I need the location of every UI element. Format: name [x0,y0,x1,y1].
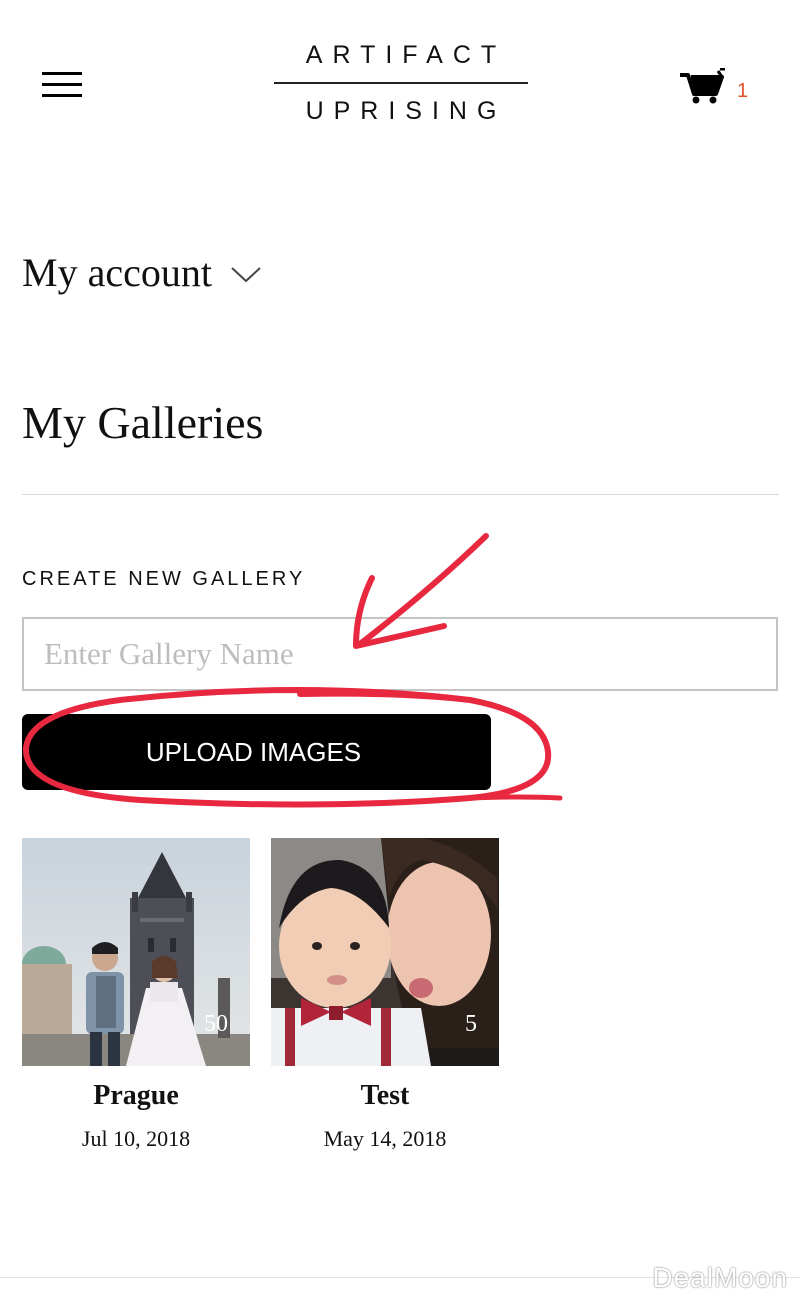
gallery-thumbnail[interactable]: 5 [271,838,499,1066]
page-title: My Galleries [22,397,264,448]
create-gallery-label: CREATE NEW GALLERY [22,568,306,590]
gallery-image-count: 50 [204,1011,228,1037]
gallery-name-input[interactable] [22,617,778,691]
chevron-down-icon [231,267,261,283]
site-logo[interactable]: ARTIFACT UPRISING [274,40,528,126]
logo-rule [274,82,528,84]
upload-images-button[interactable]: UPLOAD IMAGES [22,714,491,790]
gallery-name[interactable]: Prague [22,1080,250,1112]
section-divider [22,494,779,495]
menu-icon[interactable] [42,72,82,98]
gallery-thumbnail[interactable]: 50 [22,838,250,1066]
gallery-image-count: 5 [465,1011,477,1037]
logo-bottom-text: UPRISING [305,97,507,125]
site-header: ARTIFACT UPRISING 1 [0,0,800,150]
gallery-date: May 14, 2018 [323,1126,447,1151]
my-account-dropdown[interactable]: My account [22,246,262,298]
gallery-name[interactable]: Test [271,1080,499,1112]
gallery-card-test[interactable]: 5 Test May 14, 2018 [271,838,499,1152]
annotation-ellipse-tail [467,794,563,801]
cart-icon[interactable] [680,67,726,104]
my-account-label: My account [22,249,212,295]
watermark: DealMoon [652,1262,788,1293]
gallery-date: Jul 10, 2018 [81,1126,191,1151]
gallery-card-prague[interactable]: 50 Prague Jul 10, 2018 [22,838,250,1152]
logo-top-text: ARTIFACT [305,41,507,69]
cart-count-badge: 1 [737,80,749,102]
